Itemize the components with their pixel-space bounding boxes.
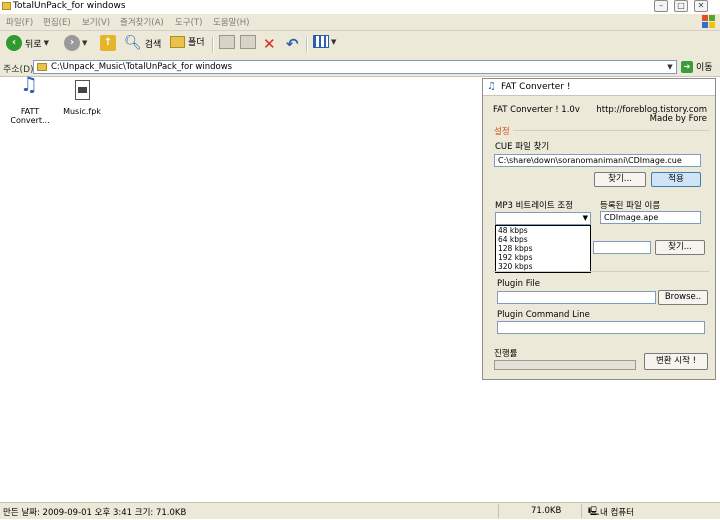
search-button[interactable]: 🔍︎ 검색 [124,35,161,55]
apply-button[interactable]: 적용 [651,172,701,187]
go-button[interactable]: ➜ 이동 [681,60,713,74]
file-item-fatt-converter[interactable]: ♫ FATT Convert... [3,72,57,125]
back-label: 뒤로 [25,39,42,50]
status-details: 만든 날짜: 2009-09-01 오후 3:41 크기: 71.0KB [3,508,187,518]
undo-icon: ↶ [286,35,299,53]
bitrate-option[interactable]: 192 kbps [496,253,590,262]
menu-file[interactable]: 파일(F) [6,16,33,28]
document-icon [70,80,94,104]
start-convert-button[interactable]: 변환 시작 ! [644,353,708,370]
file-name: FATT Convert... [10,107,50,125]
bitrate-option[interactable]: 320 kbps [496,262,590,271]
go-label: 이동 [696,63,713,73]
bitrate-option[interactable]: 48 kbps [496,226,590,235]
undo-button[interactable]: ↶ [286,35,299,55]
find-output-button[interactable]: 찾기... [655,240,705,255]
folder-icon [37,63,47,71]
maximize-button[interactable]: □ [674,0,688,12]
menu-edit[interactable]: 편집(E) [43,16,71,28]
file-name: Music.fpk [63,107,101,116]
output-path-input[interactable] [593,241,651,254]
status-bar: 만든 날짜: 2009-09-01 오후 3:41 크기: 71.0KB 71.… [0,502,720,519]
cue-path-input[interactable]: C:\share\down\soranomanimani\CDImage.cue [494,154,701,167]
menu-help[interactable]: 도움말(H) [213,16,249,28]
folder-icon [170,35,185,48]
plugin-command-label: Plugin Command Line [497,310,590,320]
forward-arrow-icon: › [64,35,80,51]
close-button[interactable]: ✕ [694,0,708,12]
delete-button[interactable]: ✕ [263,35,276,55]
windows-logo-icon [702,15,716,29]
move-to-icon [219,35,235,49]
views-button[interactable]: ▼ [313,35,336,55]
progress-label: 진행률 [494,349,518,359]
back-arrow-icon: ‹ [6,35,22,51]
move-to-button[interactable] [219,35,235,55]
version-label: FAT Converter ! 1.0v [493,105,580,115]
folder-icon [2,2,11,10]
status-location: 내 컴퓨터 [600,508,634,518]
made-by-label: Made by Fore [649,114,707,124]
plugin-file-label: Plugin File [497,279,540,289]
address-path: C:\Unpack_Music\TotalUnPack_for windows [51,62,233,72]
window-title: TotalUnPack_for windows [13,1,126,11]
go-arrow-icon: ➜ [681,60,693,73]
bitrate-option[interactable]: 64 kbps [496,235,590,244]
up-arrow-icon: ↑ [100,35,116,51]
folders-label: 폴더 [188,38,205,48]
copy-to-icon [240,35,256,49]
plugin-command-input[interactable] [497,321,705,334]
bitrate-option[interactable]: 128 kbps [496,244,590,253]
forward-button[interactable]: › ▼ [64,35,87,55]
bitrate-select[interactable]: ▼ [495,212,591,225]
address-bar: 주소(D) C:\Unpack_Music\TotalUnPack_for wi… [0,59,720,77]
menu-tools[interactable]: 도구(T) [175,16,202,28]
chevron-down-icon[interactable]: ▼ [664,61,676,73]
up-folder-button[interactable]: ↑ [100,35,116,55]
progress-bar [494,360,636,370]
plugin-file-input[interactable] [497,291,656,304]
copy-to-button[interactable] [240,35,256,55]
dialog-title-bar: ♫ FAT Converter ! [483,79,715,96]
delete-x-icon: ✕ [263,35,276,53]
menu-favorites[interactable]: 즐겨찾기(A) [120,16,164,28]
search-icon: 🔍︎ [124,35,142,51]
menu-view[interactable]: 보기(V) [82,16,110,28]
chevron-down-icon: ▼ [582,214,588,222]
cue-label: CUE 파일 찾기 [495,142,550,152]
dialog-title: FAT Converter ! [501,82,571,92]
find-cue-button[interactable]: 찾기... [594,172,646,187]
minimize-button[interactable]: – [654,0,668,12]
bitrate-label: MP3 비트레이트 조정 [495,201,574,211]
chevron-down-icon: ▼ [43,39,49,47]
registered-file-label: 등록된 파일 이름 [600,201,661,211]
registered-file-input[interactable]: CDImage.ape [600,211,701,224]
music-notes-icon: ♫ [20,72,38,96]
settings-label: 설정 [494,127,510,137]
title-bar: TotalUnPack_for windows – □ ✕ [0,0,720,14]
search-label: 검색 [144,39,162,50]
fat-converter-dialog: ♫ FAT Converter ! FAT Converter ! 1.0v h… [482,78,716,380]
file-item-music-fpk[interactable]: Music.fpk [55,80,109,116]
chevron-down-icon: ▼ [331,37,337,46]
back-button[interactable]: ‹ 뒤로 ▼ [6,35,49,55]
views-icon [313,35,329,48]
browse-button[interactable]: Browse.. [658,290,708,305]
chevron-down-icon: ▼ [82,39,88,47]
folders-button[interactable]: 폴더 [170,35,205,55]
address-input[interactable]: C:\Unpack_Music\TotalUnPack_for windows … [33,60,677,74]
music-notes-icon: ♫ [487,81,496,92]
toolbar: ‹ 뒤로 ▼ › ▼ ↑ 🔍︎ 검색 폴더 ✕ ↶ ▼ [0,31,720,60]
status-size: 71.0KB [531,506,562,516]
bitrate-dropdown-list: 48 kbps 64 kbps 128 kbps 192 kbps 320 kb… [495,225,591,273]
menu-bar: 파일(F) 편집(E) 보기(V) 즐겨찾기(A) 도구(T) 도움말(H) [0,14,720,31]
